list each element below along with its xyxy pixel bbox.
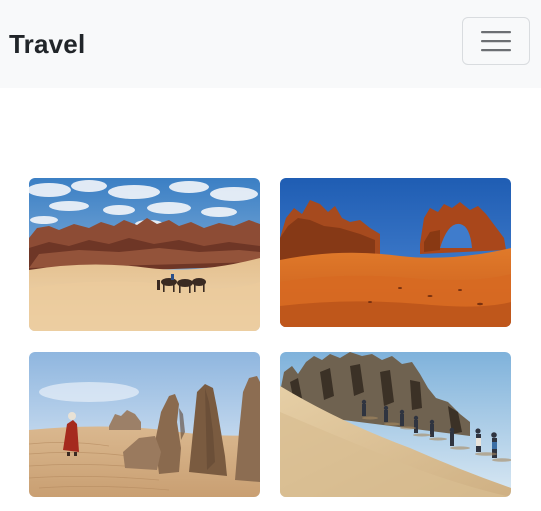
brand-title[interactable]: Travel <box>9 28 85 60</box>
menu-toggle-button[interactable] <box>462 17 530 65</box>
desert-rock-pillars-traveler-photo[interactable] <box>29 352 260 497</box>
orange-rock-arch-dunes-photo[interactable] <box>280 178 511 327</box>
navbar: Travel <box>0 0 541 88</box>
hikers-dune-cliffs-photo[interactable] <box>280 352 511 497</box>
hamburger-menu-icon <box>481 31 511 52</box>
sahara-camel-caravan-photo[interactable] <box>29 178 260 331</box>
